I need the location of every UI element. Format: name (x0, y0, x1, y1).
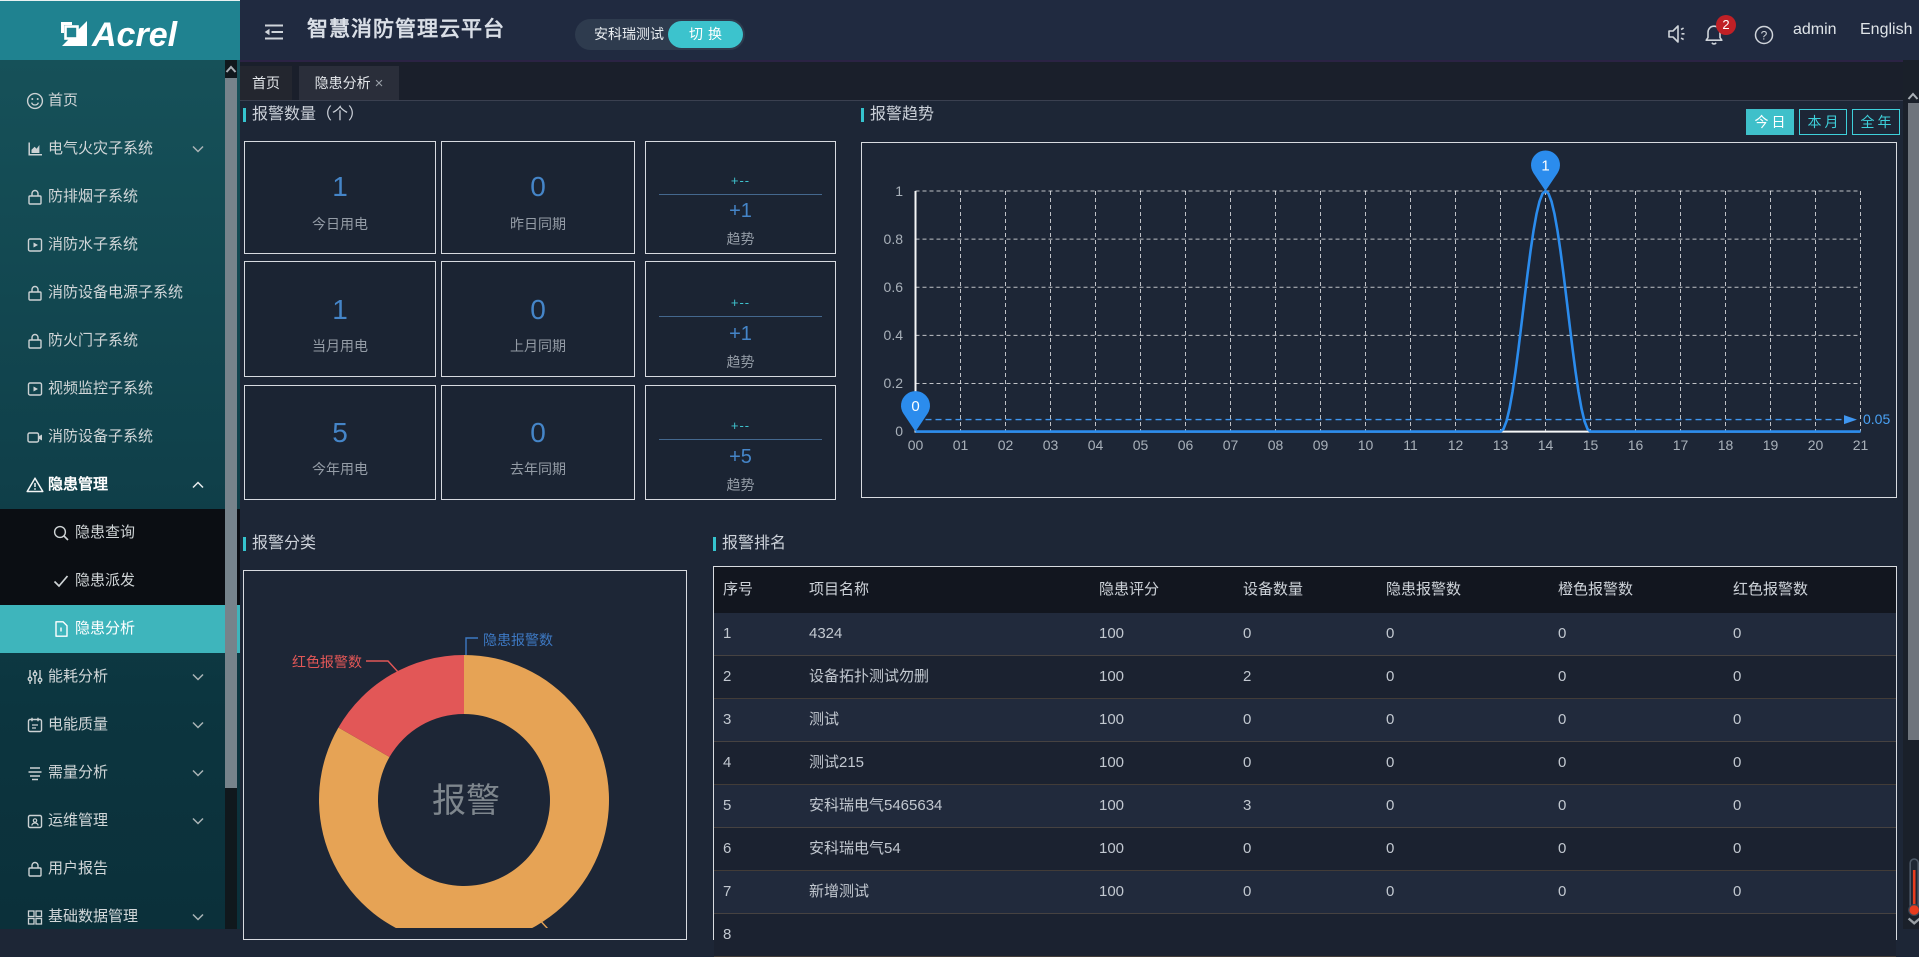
svg-text:20: 20 (1808, 437, 1824, 453)
svg-text:1: 1 (1541, 158, 1549, 175)
svg-text:1: 1 (895, 183, 903, 199)
svg-text:14: 14 (1538, 437, 1554, 453)
svg-text:04: 04 (1088, 437, 1104, 453)
svg-text:13: 13 (1493, 437, 1509, 453)
svg-text:03: 03 (1043, 437, 1059, 453)
svg-text:16: 16 (1628, 437, 1644, 453)
svg-text:11: 11 (1403, 437, 1418, 453)
svg-text:07: 07 (1223, 437, 1239, 453)
svg-text:15: 15 (1583, 437, 1599, 453)
svg-text:0.05: 0.05 (1863, 411, 1890, 427)
svg-text:09: 09 (1313, 437, 1329, 453)
svg-text:红色报警数: 红色报警数 (292, 654, 362, 670)
svg-text:21: 21 (1853, 437, 1869, 453)
svg-text:0.4: 0.4 (884, 327, 904, 343)
svg-text:06: 06 (1178, 437, 1194, 453)
svg-text:00: 00 (908, 437, 924, 453)
svg-text:0: 0 (911, 398, 919, 415)
svg-text:05: 05 (1133, 437, 1149, 453)
svg-text:17: 17 (1673, 437, 1689, 453)
svg-text:0.6: 0.6 (884, 279, 904, 295)
svg-text:19: 19 (1763, 437, 1779, 453)
svg-text:10: 10 (1358, 437, 1374, 453)
svg-text:?: ? (1761, 29, 1768, 43)
svg-text:报警: 报警 (432, 782, 500, 820)
svg-text:Acrel: Acrel (91, 16, 179, 53)
svg-text:0.2: 0.2 (884, 375, 904, 391)
svg-text:隐患报警数: 隐患报警数 (483, 632, 553, 648)
svg-text:02: 02 (998, 437, 1014, 453)
svg-text:08: 08 (1268, 437, 1284, 453)
svg-text:01: 01 (953, 437, 969, 453)
svg-text:18: 18 (1718, 437, 1734, 453)
svg-text:0: 0 (895, 423, 903, 439)
svg-text:0.8: 0.8 (884, 231, 904, 247)
svg-text:12: 12 (1448, 437, 1464, 453)
